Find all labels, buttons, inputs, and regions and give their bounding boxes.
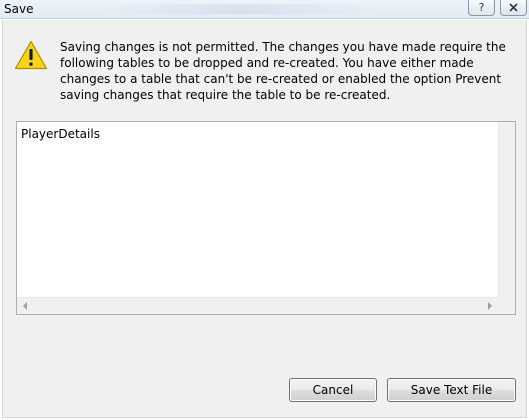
warning-icon <box>14 40 48 70</box>
vertical-scrollbar[interactable] <box>498 122 515 298</box>
list-item[interactable]: PlayerDetails <box>21 127 100 141</box>
error-message: Saving changes is not permitted. The cha… <box>60 40 506 102</box>
horizontal-scrollbar[interactable] <box>17 297 498 314</box>
scroll-right-icon[interactable] <box>488 302 492 310</box>
cancel-button-label: Cancel <box>312 383 354 397</box>
window-title: Save <box>4 2 34 16</box>
background-window-glimpse <box>90 4 390 14</box>
help-button[interactable]: ? <box>468 0 495 16</box>
cancel-button[interactable]: Cancel <box>289 378 377 402</box>
title-bar: Save ? <box>0 0 529 19</box>
close-icon <box>509 3 518 12</box>
tables-listbox[interactable]: PlayerDetails <box>16 121 516 315</box>
scrollbar-corner <box>498 297 515 314</box>
title-bar-buttons: ? <box>468 0 527 16</box>
close-button[interactable] <box>500 0 527 16</box>
help-icon: ? <box>478 1 485 14</box>
save-text-file-button-label: Save Text File <box>410 383 493 397</box>
save-text-file-button[interactable]: Save Text File <box>387 378 516 402</box>
scroll-left-icon[interactable] <box>23 302 27 310</box>
dialog-body: Saving changes is not permitted. The cha… <box>2 20 527 418</box>
